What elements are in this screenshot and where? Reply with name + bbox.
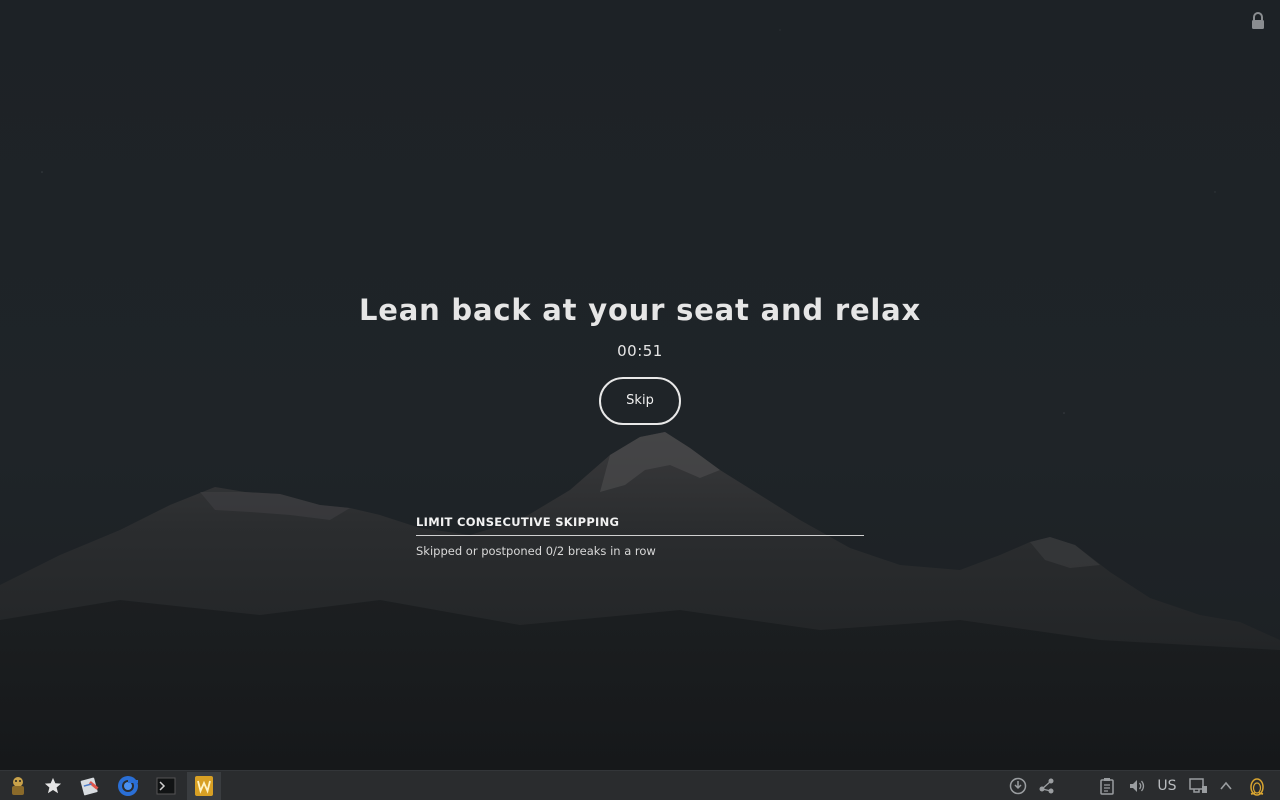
tray-volume[interactable]: [1128, 775, 1146, 797]
limit-skipping-status: Skipped or postponed 0/2 breaks in a row: [416, 544, 656, 558]
text-editor-icon: [80, 777, 99, 796]
taskbar-launcher-editor[interactable]: [73, 772, 107, 800]
tray-system-menu[interactable]: [1247, 775, 1267, 797]
taskbar-launcher-menu[interactable]: [1, 772, 35, 800]
taskbar-launcher-browser[interactable]: [111, 772, 145, 800]
taskbar-launcher-favorites[interactable]: [36, 772, 70, 800]
menu-mascot-icon: [12, 777, 24, 795]
office-writer-icon: [195, 776, 213, 796]
tray-clipboard[interactable]: [1099, 775, 1115, 797]
chromium-browser-icon: [118, 776, 138, 796]
break-message-panel: Lean back at your seat and relax 00:51 S…: [0, 292, 1280, 425]
terminal-icon: [156, 777, 176, 795]
tray-network[interactable]: [1188, 775, 1208, 797]
break-screen: Lean back at your seat and relax 00:51 S…: [0, 0, 1280, 800]
break-title: Lean back at your seat and relax: [358, 293, 922, 327]
volume-icon: [1130, 780, 1145, 792]
keyboard-layout-label: US: [1157, 778, 1177, 794]
clipboard-icon: [1100, 778, 1114, 795]
share-sync-icon: [1039, 778, 1054, 794]
tux-penguin-icon: [1250, 778, 1264, 796]
update-notifier-icon: [1009, 777, 1027, 795]
limit-skipping-heading: LIMIT CONSECUTIVE SKIPPING: [416, 515, 864, 536]
favorites-star-icon: [44, 777, 62, 794]
taskbar: US: [0, 770, 1280, 800]
network-wired-icon: [1189, 778, 1207, 793]
lock-screen-button[interactable]: [1250, 12, 1266, 30]
tray-keyboard-layout[interactable]: US: [1155, 775, 1179, 797]
tray-network-share[interactable]: [1037, 775, 1057, 797]
break-countdown: 00:51: [617, 342, 663, 360]
skip-button[interactable]: Skip: [599, 377, 681, 425]
taskbar-launcher-terminal[interactable]: [149, 772, 183, 800]
chevron-up-icon: [1220, 781, 1232, 790]
limit-skipping-panel: LIMIT CONSECUTIVE SKIPPING Skipped or po…: [416, 515, 864, 558]
taskbar-launcher-writer[interactable]: [187, 772, 221, 800]
tray-update-notifier[interactable]: [1008, 775, 1028, 797]
lock-icon: [1252, 12, 1264, 29]
tray-expand[interactable]: [1217, 775, 1235, 797]
